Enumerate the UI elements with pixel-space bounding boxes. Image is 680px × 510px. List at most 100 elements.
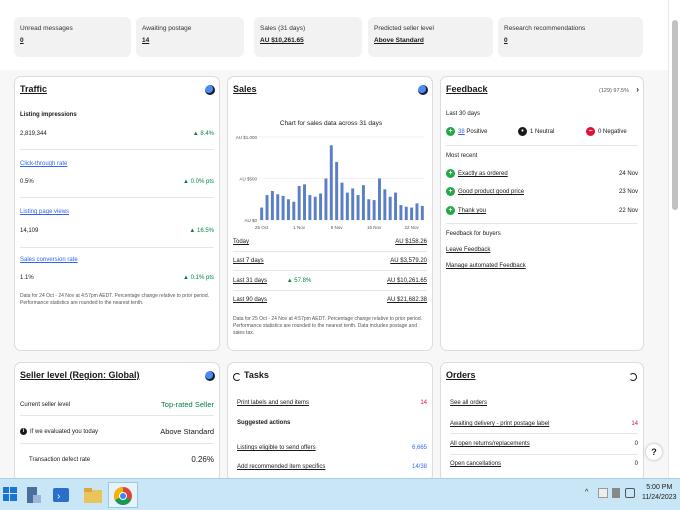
- chart-bar: [335, 161, 339, 220]
- conversion-link[interactable]: Sales conversion rate: [20, 257, 78, 263]
- info-icon[interactable]: i: [20, 427, 27, 435]
- chart-bar: [286, 199, 290, 220]
- chart-x-tick: 15 Nov: [367, 225, 382, 230]
- stat-sales[interactable]: Sales (31 days) AU $10,261.65: [254, 17, 362, 57]
- clock-date: 11/24/2023: [642, 494, 677, 501]
- file-explorer-icon[interactable]: [80, 482, 106, 508]
- chart-bar: [394, 192, 398, 220]
- chart-bar: [378, 178, 381, 220]
- chrome-icon[interactable]: [108, 482, 138, 508]
- speaker-icon[interactable]: [612, 488, 620, 498]
- refresh-icon[interactable]: [233, 373, 241, 381]
- traffic-settings-icon[interactable]: [205, 85, 215, 95]
- eval-value: Above Standard: [160, 427, 214, 436]
- seller-level-title[interactable]: Seller level (Region: Global): [20, 370, 140, 380]
- recent-feedback-link[interactable]: Thank you: [458, 208, 486, 214]
- sales-title[interactable]: Sales: [233, 84, 257, 94]
- feedback-score: (129) 97.5%: [599, 88, 629, 94]
- seller-level-settings-icon[interactable]: [205, 371, 215, 381]
- traffic-card: Traffic Listing impressions 2,819,344 ▲ …: [14, 76, 220, 351]
- divider: [20, 149, 214, 150]
- server-manager-icon[interactable]: [20, 482, 46, 508]
- chart-bar: [356, 195, 360, 220]
- stat-seller-level[interactable]: Predicted seller level Above Standard: [368, 17, 493, 57]
- divider: [450, 433, 638, 434]
- divider: [20, 197, 214, 198]
- order-row-link[interactable]: All open returns/replacements: [450, 441, 530, 447]
- divider: [20, 443, 214, 444]
- chart-bar: [281, 195, 285, 220]
- scrollbar-thumb[interactable]: [672, 20, 678, 210]
- sales-row-value[interactable]: AU $21,682.38: [387, 297, 427, 303]
- sales-row-label[interactable]: Last 90 days: [233, 297, 267, 303]
- specifics-link[interactable]: Add recommended item specifics: [237, 464, 325, 470]
- chart-bar: [399, 205, 403, 220]
- chevron-up-icon[interactable]: ^: [585, 489, 588, 496]
- help-button[interactable]: ?: [646, 444, 662, 460]
- recent-label: Most recent: [446, 153, 478, 159]
- stat-research[interactable]: Research recommendations 0: [498, 17, 643, 57]
- feedback-card: Feedback (129) 97.5% › Last 30 days +38 …: [440, 76, 644, 351]
- traffic-title[interactable]: Traffic: [20, 84, 47, 94]
- stat-title: Unread messages: [20, 25, 73, 32]
- leave-feedback-link[interactable]: Leave Feedback: [446, 247, 490, 253]
- sales-row-label[interactable]: Last 31 days: [233, 278, 267, 284]
- page-views-link[interactable]: Listing page views: [20, 209, 69, 215]
- see-all-orders-link[interactable]: See all orders: [450, 400, 487, 406]
- chart-bar: [270, 190, 274, 220]
- recent-feedback-link[interactable]: Exactly as ordered: [458, 171, 508, 177]
- sales-row-value[interactable]: AU $10,261.65: [387, 278, 427, 284]
- chart-bar: [329, 145, 333, 220]
- sales-row-label[interactable]: Last 7 days: [233, 258, 264, 264]
- stat-awaiting-postage[interactable]: Awaiting postage 14: [136, 17, 244, 57]
- feedback-title[interactable]: Feedback: [446, 84, 488, 94]
- stat-value[interactable]: AU $10,261.65: [260, 37, 356, 44]
- recent-feedback-link[interactable]: Good product good price: [458, 189, 524, 195]
- print-labels-link[interactable]: Print labels and send items: [237, 400, 309, 406]
- network-icon[interactable]: [598, 488, 608, 498]
- sales-row-value[interactable]: AU $3,579.20: [390, 258, 427, 264]
- orders-title[interactable]: Orders: [446, 370, 476, 380]
- divider: [20, 415, 214, 416]
- chart-y-tick: AU $1,000: [236, 135, 258, 140]
- divider: [446, 145, 638, 146]
- page-views-value: 14,109: [20, 228, 39, 234]
- order-row-link[interactable]: Open cancellations: [450, 461, 501, 467]
- stat-value[interactable]: 0: [20, 37, 125, 44]
- chart-y-tick: AU $0: [244, 218, 257, 223]
- chart-x-tick: 22 Nov: [404, 225, 419, 230]
- stat-value[interactable]: 14: [142, 37, 238, 44]
- clock[interactable]: 5:00 PM 11/24/2023: [642, 483, 677, 503]
- refresh-icon[interactable]: [629, 373, 637, 381]
- impressions-label: Listing impressions: [20, 112, 77, 118]
- stat-title: Sales (31 days): [260, 25, 306, 32]
- stat-value[interactable]: Above Standard: [374, 37, 487, 44]
- suggested-actions-label: Suggested actions: [237, 420, 291, 426]
- order-row-link[interactable]: Awaiting delivery - print postage label: [450, 421, 549, 427]
- summary-strip: Unread messages 0 Awaiting postage 14 Sa…: [0, 0, 668, 70]
- stat-value[interactable]: 0: [504, 37, 637, 44]
- scrollbar[interactable]: [668, 0, 680, 478]
- chart-bar: [367, 199, 371, 220]
- svg-text:›: ›: [57, 491, 60, 502]
- feedback-period: Last 30 days: [446, 111, 481, 117]
- divider: [233, 290, 427, 291]
- notification-icon[interactable]: [625, 488, 635, 498]
- windows-start-icon[interactable]: [3, 487, 17, 501]
- positive-count[interactable]: 38: [458, 129, 465, 135]
- powershell-icon[interactable]: ›: [48, 482, 74, 508]
- sales-row-value[interactable]: AU $158.26: [395, 239, 427, 245]
- sales-row-label[interactable]: Today: [233, 239, 249, 245]
- divider: [233, 270, 427, 271]
- plus-icon: +: [446, 169, 455, 178]
- sales-settings-icon[interactable]: [418, 85, 428, 95]
- plus-icon: +: [446, 206, 455, 215]
- stat-unread-messages[interactable]: Unread messages 0: [14, 17, 131, 57]
- stat-title: Predicted seller level: [374, 25, 434, 32]
- manage-feedback-link[interactable]: Manage automated Feedback: [446, 263, 526, 269]
- ctr-value: 0.5%: [20, 179, 34, 185]
- offers-link[interactable]: Listings eligible to send offers: [237, 445, 316, 451]
- ctr-link[interactable]: Click-through rate: [20, 161, 67, 167]
- chart-bar: [361, 185, 365, 220]
- chevron-right-icon[interactable]: ›: [636, 85, 639, 94]
